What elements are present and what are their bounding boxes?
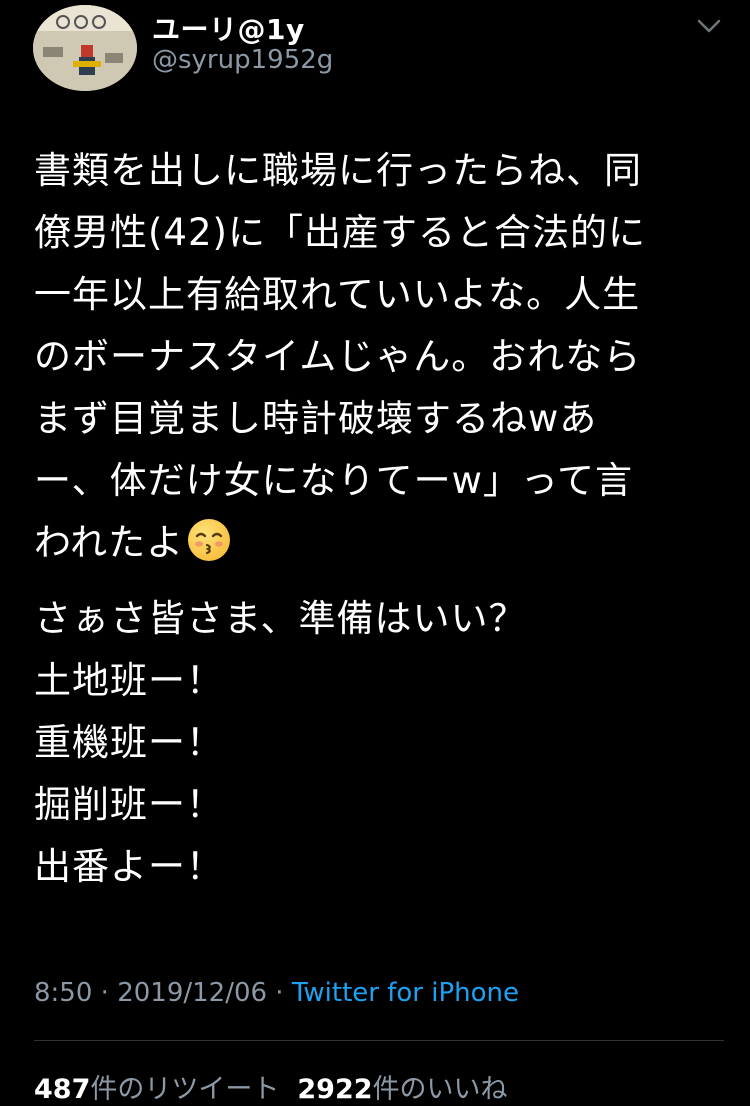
meta-separator: ·: [267, 978, 292, 1008]
tweet-stats: 487件のリツイート 2922件のいいね: [34, 1067, 508, 1106]
tweet-date[interactable]: 2019/12/06: [117, 978, 267, 1008]
display-name[interactable]: ユーリ@1y: [152, 8, 305, 48]
tweet-time[interactable]: 8:50: [34, 978, 92, 1008]
likes-count: 2922: [297, 1074, 373, 1105]
retweets-count: 487: [34, 1074, 91, 1105]
tweet-header: ユーリ@1y @syrup1952g: [0, 0, 750, 110]
chevron-down-icon[interactable]: [696, 16, 722, 36]
kissing-face-icon: [188, 519, 231, 561]
tweet-paragraph: さぁさ皆さま、準備はいい？ 土地班ー！ 重機班ー！ 掘削班ー！ 出番よー！: [34, 597, 527, 888]
tweet-paragraph-text: 書類を出しに職場に行ったらね、同 僚男性(42)に「出産すると合法的に 一年以上…: [34, 149, 646, 564]
tweet-meta: 8:50 · 2019/12/06 · Twitter for iPhone: [34, 978, 519, 1008]
likes-stat[interactable]: 2922件のいいね: [297, 1074, 507, 1105]
meta-separator: ·: [92, 978, 118, 1008]
tweet-paragraph: 書類を出しに職場に行ったらね、同 僚男性(42)に「出産すると合法的に 一年以上…: [34, 140, 724, 574]
tweet-text: 書類を出しに職場に行ったらね、同 僚男性(42)に「出産すると合法的に 一年以上…: [34, 140, 724, 898]
user-handle[interactable]: @syrup1952g: [152, 45, 333, 75]
avatar[interactable]: [33, 5, 137, 91]
source-app-link[interactable]: Twitter for iPhone: [292, 978, 519, 1008]
retweets-stat[interactable]: 487件のリツイート: [34, 1074, 279, 1105]
divider: [34, 1040, 724, 1041]
likes-label: 件のいいね: [372, 1074, 508, 1105]
retweets-label: 件のリツイート: [90, 1074, 280, 1105]
